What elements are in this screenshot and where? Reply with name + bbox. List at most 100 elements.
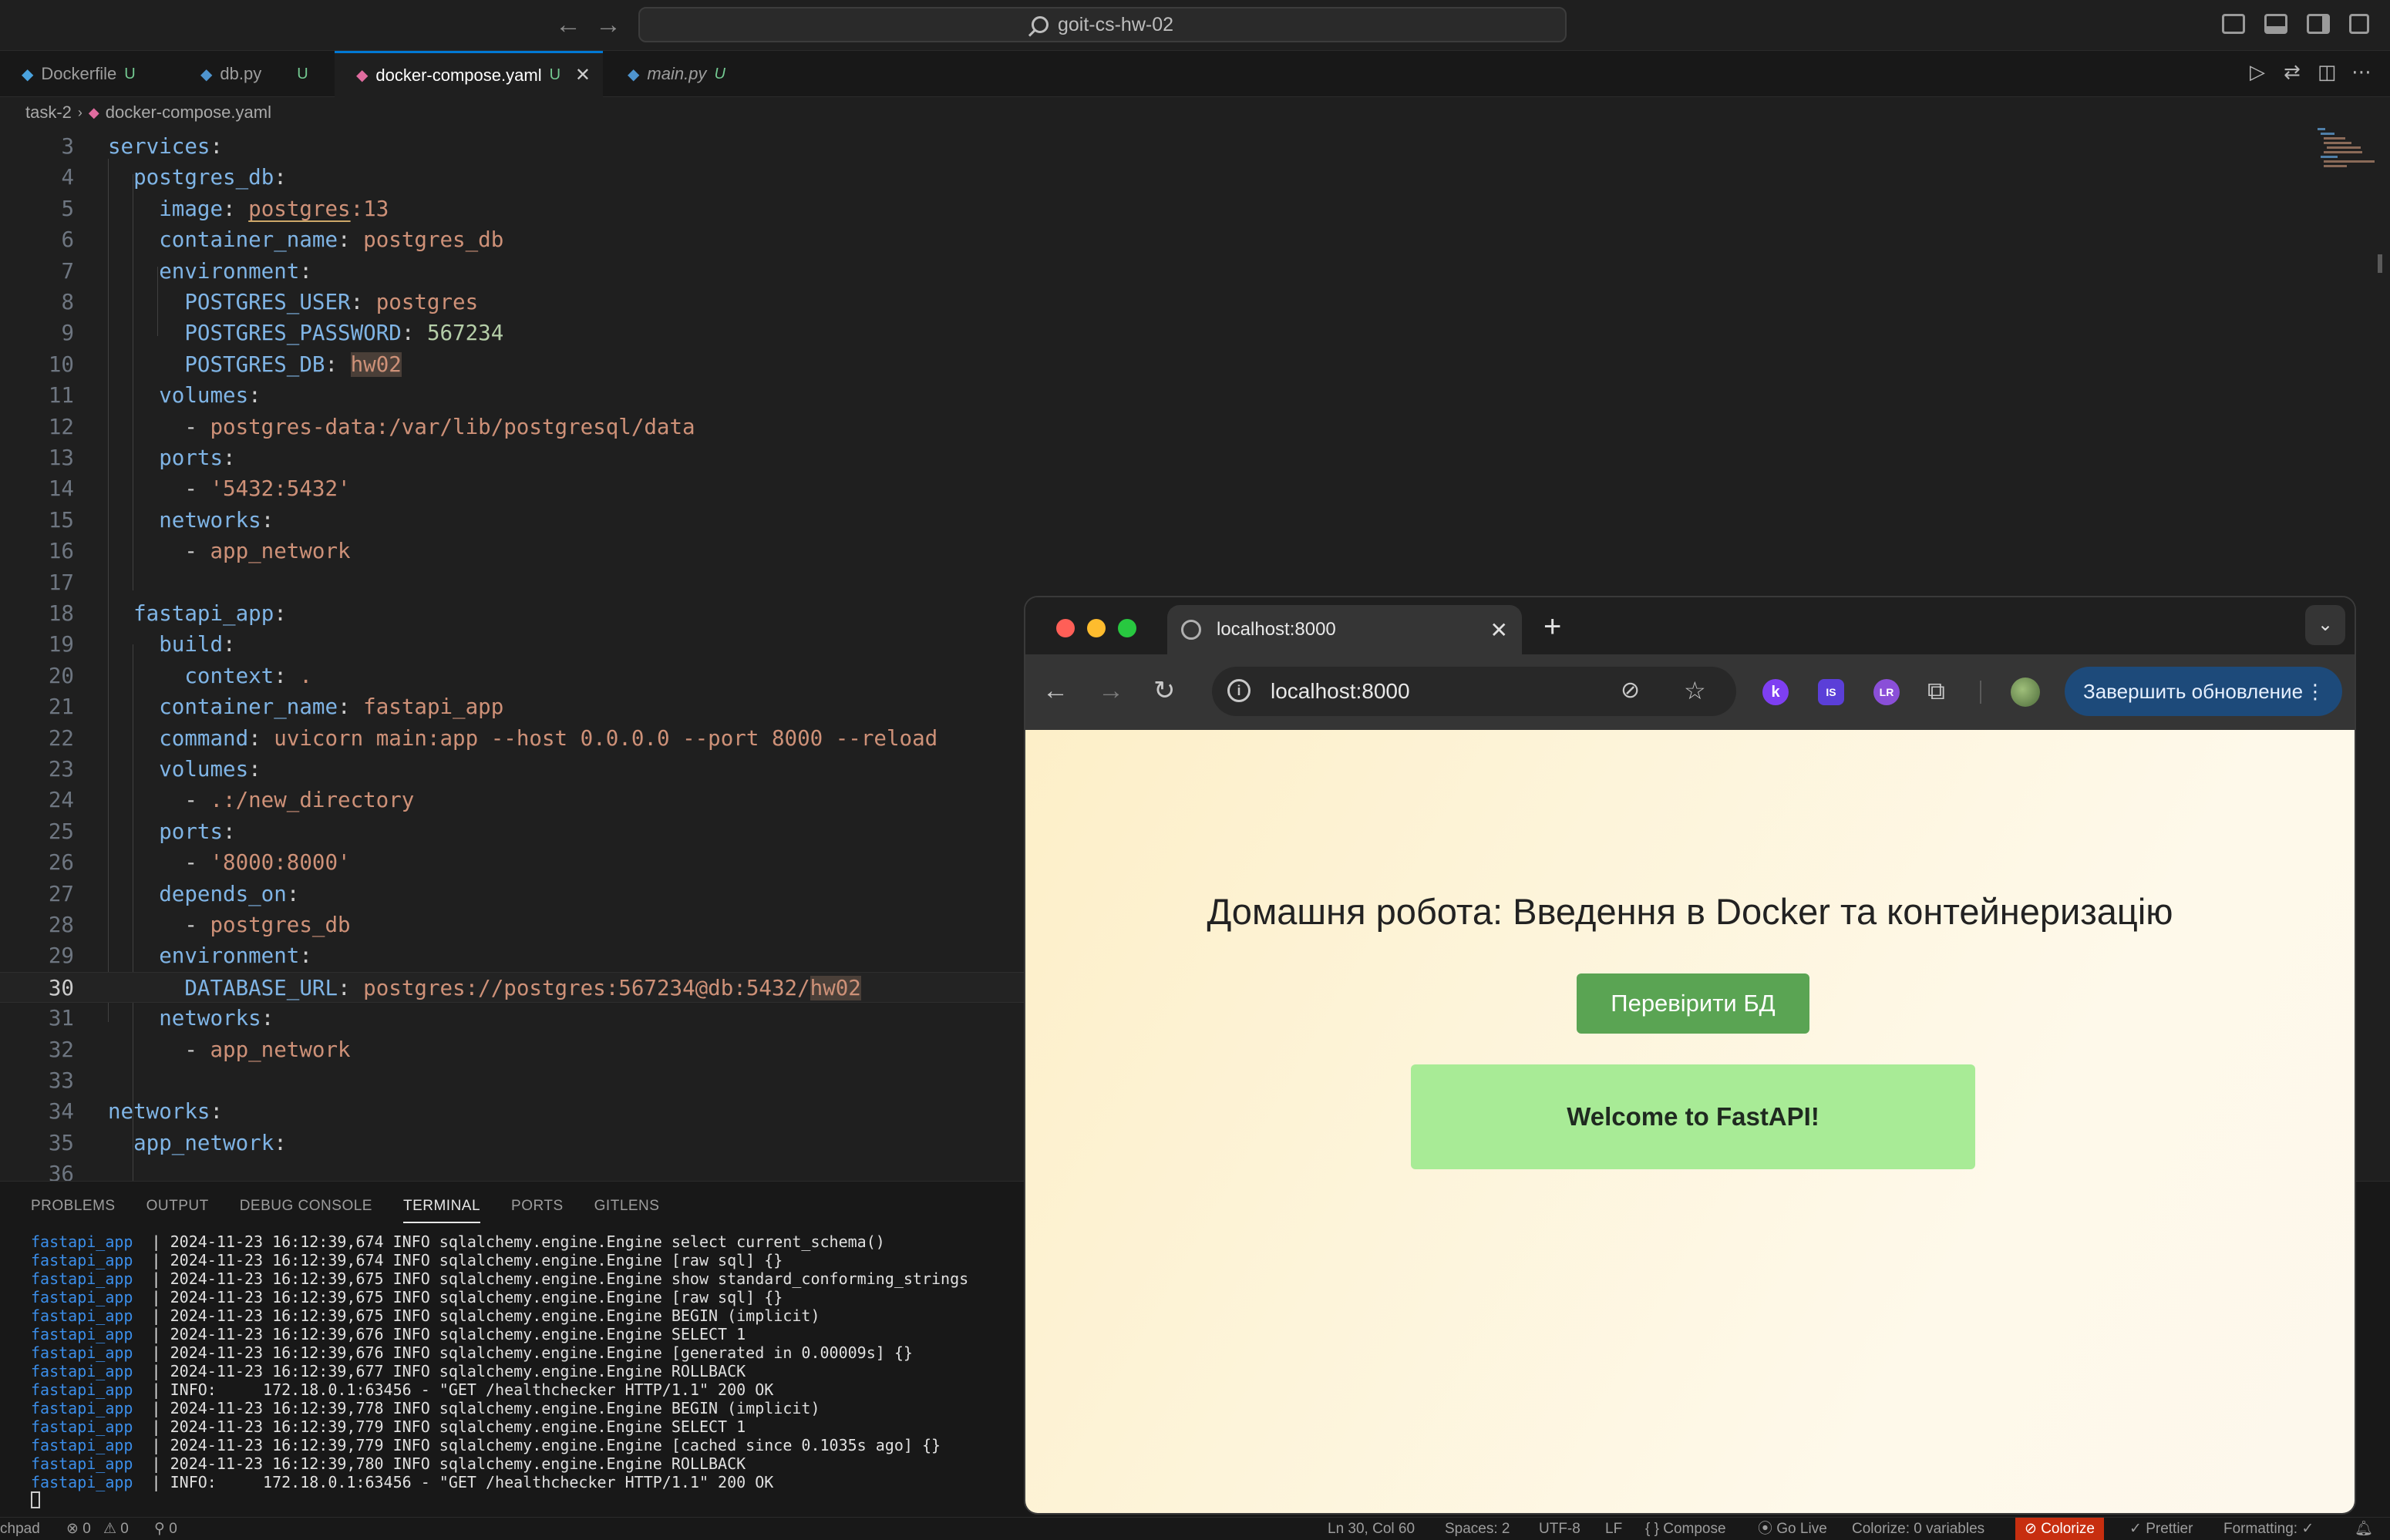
tab-terminal[interactable]: TERMINAL (402, 1192, 481, 1223)
profile-avatar[interactable] (2011, 678, 2040, 707)
code-line[interactable]: 3 services: (0, 131, 1025, 162)
code-line[interactable]: 16 - app_network (0, 536, 1025, 567)
split-editor-icon[interactable]: ◫ (2318, 60, 2337, 84)
warnings-count[interactable]: ⚠ 0 (103, 1520, 129, 1538)
tab-db-py[interactable]: ◆ db.py U (179, 51, 333, 97)
code-line[interactable]: 33 (0, 1065, 1025, 1096)
code-line[interactable]: 30 DATABASE_URL: postgres://postgres:567… (0, 971, 1025, 1003)
code-line[interactable]: 20 context: . (0, 661, 1025, 691)
tab-search-chevron-icon[interactable]: ⌄ (2305, 605, 2345, 645)
tab-docker-compose[interactable]: ◆ docker-compose.yaml U ✕ (335, 51, 603, 97)
site-info-icon[interactable]: i (1227, 679, 1251, 702)
errors-count[interactable]: ⊗ 0 (66, 1520, 91, 1538)
maximize-window-button[interactable] (1118, 619, 1136, 637)
finish-update-button[interactable]: Завершить обновление ⋮ (2065, 667, 2342, 716)
customize-layout-icon[interactable] (2349, 14, 2369, 34)
code-line[interactable]: 13 ports: (0, 442, 1025, 473)
forward-arrow-icon[interactable]: → (1098, 674, 1124, 707)
minimap[interactable] (2313, 128, 2375, 190)
back-arrow-icon[interactable]: ← (555, 8, 581, 42)
toggle-panel-icon[interactable] (2264, 14, 2287, 34)
browser-tab-localhost[interactable]: localhost:8000 ✕ (1167, 605, 1522, 654)
close-tab-icon[interactable]: ✕ (575, 64, 591, 86)
toggle-primary-sidebar-icon[interactable] (2222, 14, 2245, 34)
code-token: ports (159, 819, 224, 844)
new-tab-button[interactable]: + (1543, 608, 1561, 645)
code-line[interactable]: 35 app_network: (0, 1128, 1025, 1158)
code-line[interactable]: 34 networks: (0, 1096, 1025, 1127)
code-line[interactable]: 19 build: (0, 629, 1025, 660)
run-icon[interactable]: ▷ (2250, 60, 2265, 84)
toggle-secondary-sidebar-icon[interactable] (2307, 14, 2330, 34)
terminal-output[interactable]: fastapi_app | 2024-11-23 16:12:39,674 IN… (31, 1232, 968, 1491)
code-line[interactable]: 17 (0, 567, 1025, 598)
encoding[interactable]: UTF-8 (1539, 1520, 1580, 1538)
command-center-search[interactable]: goit-cs-hw-02 (638, 7, 1567, 42)
code-line[interactable]: 26 - '8000:8000' (0, 847, 1025, 878)
code-line[interactable]: 18 fastapi_app: (0, 598, 1025, 629)
close-tab-icon[interactable]: ✕ (1490, 617, 1508, 643)
cursor-position[interactable]: Ln 30, Col 60 (1328, 1520, 1415, 1538)
code-line[interactable]: 8 POSTGRES_USER: postgres (0, 287, 1025, 318)
tab-ports[interactable]: PORTS (511, 1192, 564, 1223)
lr-extension-icon[interactable]: LR (1873, 679, 1900, 705)
end-of-line[interactable]: LF (1605, 1520, 1622, 1538)
address-bar[interactable]: i localhost:8000 ⊘ ☆ (1212, 667, 1736, 716)
code-line[interactable]: 9 POSTGRES_PASSWORD: 567234 (0, 318, 1025, 348)
code-line[interactable]: 23 volumes: (0, 754, 1025, 785)
eye-slash-icon[interactable]: ⊘ (1621, 674, 1640, 707)
formatting-status[interactable]: Formatting: ✓ (2223, 1520, 2314, 1538)
code-line[interactable]: 25 ports: (0, 816, 1025, 847)
tab-main-py[interactable]: ◆ main.py U (606, 51, 760, 97)
close-window-button[interactable] (1056, 619, 1075, 637)
tab-dockerfile[interactable]: ◆ Dockerfile U (0, 51, 174, 97)
code-line[interactable]: 7 environment: (0, 256, 1025, 287)
colorize-variables[interactable]: Colorize: 0 variables (1852, 1520, 1984, 1538)
ports-count[interactable]: ⚲ 0 (154, 1520, 177, 1538)
k-extension-icon[interactable]: k (1762, 679, 1789, 705)
code-line[interactable]: 31 networks: (0, 1003, 1025, 1034)
code-line[interactable]: 12 - postgres-data:/var/lib/postgresql/d… (0, 412, 1025, 442)
scrollbar-thumb[interactable] (2378, 254, 2382, 273)
code-line[interactable]: 22 command: uvicorn main:app --host 0.0.… (0, 723, 1025, 754)
notifications-bell-icon[interactable]: 🔔︎ (2355, 1520, 2373, 1538)
code-line[interactable]: 4 postgres_db: (0, 162, 1025, 193)
more-actions-icon[interactable]: ⋯ (2351, 60, 2371, 84)
code-line[interactable]: 32 - app_network (0, 1034, 1025, 1065)
code-line[interactable]: 36 (0, 1158, 1025, 1181)
code-line[interactable]: 24 - .:/new_directory (0, 785, 1025, 815)
indentation[interactable]: Spaces: 2 (1445, 1520, 1510, 1538)
code-line[interactable]: 11 volumes: (0, 380, 1025, 411)
is-extension-icon[interactable]: IS (1818, 679, 1844, 705)
code-line[interactable]: 14 - '5432:5432' (0, 473, 1025, 504)
tab-gitlens[interactable]: GITLENS (594, 1192, 660, 1223)
forward-arrow-icon[interactable]: → (595, 8, 621, 42)
prettier-status[interactable]: ✓ Prettier (2129, 1520, 2193, 1538)
tab-debug-console[interactable]: DEBUG CONSOLE (240, 1192, 372, 1223)
extensions-puzzle-icon[interactable]: ⧉ (1927, 674, 1945, 707)
tab-output[interactable]: OUTPUT (146, 1192, 209, 1223)
tab-problems[interactable]: PROBLEMS (31, 1192, 116, 1223)
check-db-button[interactable]: Перевірити БД (1577, 973, 1809, 1034)
code-line[interactable]: 29 environment: (0, 940, 1025, 971)
go-live-button[interactable]: ⦿ Go Live (1758, 1520, 1827, 1538)
line-number: 29 (48, 943, 74, 969)
back-arrow-icon[interactable]: ← (1042, 674, 1069, 707)
minimize-window-button[interactable] (1087, 619, 1106, 637)
breadcrumb-folder[interactable]: task-2 (25, 103, 72, 123)
more-menu-icon[interactable]: ⋮ (2305, 680, 2325, 704)
code-line[interactable]: 28 - postgres_db (0, 910, 1025, 940)
code-line[interactable]: 21 container_name: fastapi_app (0, 691, 1025, 722)
code-line[interactable]: 5 image: postgres:13 (0, 193, 1025, 224)
reload-icon[interactable]: ↻ (1153, 674, 1176, 707)
code-line[interactable]: 15 networks: (0, 505, 1025, 536)
language-mode[interactable]: { } Compose (1645, 1520, 1726, 1538)
compare-changes-icon[interactable]: ⇄ (2284, 60, 2301, 84)
bookmark-star-icon[interactable]: ☆ (1684, 674, 1706, 707)
breadcrumb-file[interactable]: docker-compose.yaml (106, 103, 271, 123)
colorize-button[interactable]: ⊘ Colorize (2015, 1518, 2104, 1540)
code-line[interactable]: 6 container_name: postgres_db (0, 224, 1025, 255)
code-line[interactable]: 10 POSTGRES_DB: hw02 (0, 349, 1025, 380)
status-left-text[interactable]: chpad (0, 1520, 40, 1538)
code-line[interactable]: 27 depends_on: (0, 879, 1025, 910)
